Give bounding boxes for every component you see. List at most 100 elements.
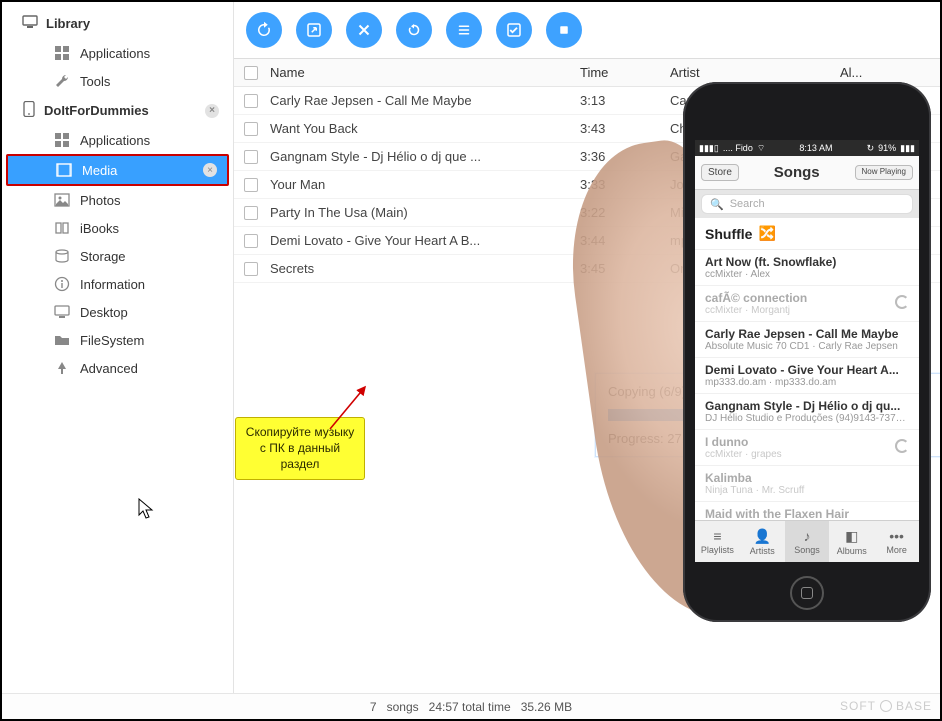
arrow-icon bbox=[330, 379, 370, 434]
column-name[interactable]: Name bbox=[270, 65, 580, 80]
export-button[interactable] bbox=[296, 12, 332, 48]
phone-tab-playlists[interactable]: ≡Playlists bbox=[695, 521, 740, 562]
select-all-checkbox[interactable] bbox=[244, 66, 258, 80]
status-size: 35.26 MB bbox=[521, 700, 572, 714]
status-unit: songs bbox=[387, 700, 419, 714]
row-checkbox[interactable] bbox=[244, 262, 258, 276]
phone-song-row[interactable]: Gangnam Style - Dj Hélio o dj qu...DJ Hé… bbox=[695, 394, 919, 430]
desktop-icon bbox=[54, 304, 70, 320]
song-subtitle: ccMixter · Alex bbox=[705, 269, 909, 280]
phone-time: 8:13 AM bbox=[799, 143, 832, 153]
close-icon[interactable]: × bbox=[203, 163, 217, 177]
tab-label: Albums bbox=[837, 546, 867, 556]
song-title: Demi Lovato - Give Your Heart A... bbox=[705, 363, 909, 377]
phone-tab-songs[interactable]: ♪Songs bbox=[785, 521, 830, 562]
sidebar-item-label: Storage bbox=[80, 249, 126, 264]
phone-song-row[interactable]: Maid with the Flaxen HairFine Music, Vol… bbox=[695, 502, 919, 520]
phone-song-list[interactable]: Shuffle 🔀 Art Now (ft. Snowflake)ccMixte… bbox=[695, 218, 919, 520]
sidebar-item-photos[interactable]: Photos bbox=[2, 186, 233, 214]
tab-label: More bbox=[886, 545, 907, 555]
row-checkbox[interactable] bbox=[244, 94, 258, 108]
sidebar-item-storage[interactable]: Storage bbox=[2, 242, 233, 270]
phone-song-row[interactable]: Carly Rae Jepsen - Call Me MaybeAbsolute… bbox=[695, 322, 919, 358]
check-button[interactable] bbox=[496, 12, 532, 48]
sidebar-item-label: Information bbox=[80, 277, 145, 292]
row-checkbox[interactable] bbox=[244, 234, 258, 248]
sidebar-item-label: Photos bbox=[80, 193, 120, 208]
shuffle-row[interactable]: Shuffle 🔀 bbox=[695, 218, 919, 250]
shuffle-label: Shuffle bbox=[705, 226, 752, 242]
home-button[interactable] bbox=[790, 576, 824, 610]
store-button[interactable]: Store bbox=[701, 164, 739, 181]
cell-name: Secrets bbox=[270, 261, 580, 276]
sidebar-item-tools[interactable]: Tools bbox=[2, 67, 233, 95]
loading-icon bbox=[895, 295, 909, 309]
sidebar-header-device[interactable]: DoItForDummies × bbox=[2, 95, 233, 126]
column-time[interactable]: Time bbox=[580, 65, 670, 80]
sidebar-item-applications[interactable]: Applications bbox=[2, 39, 233, 67]
sidebar-item-label: Advanced bbox=[80, 361, 138, 376]
applications-icon bbox=[54, 45, 70, 61]
phone-tab-more[interactable]: •••More bbox=[874, 521, 919, 562]
sidebar-item-media[interactable]: Media× bbox=[6, 154, 229, 186]
phone-tabbar: ≡Playlists👤Artists♪Songs◧Albums•••More bbox=[695, 520, 919, 562]
row-checkbox[interactable] bbox=[244, 122, 258, 136]
song-subtitle: ccMixter · grapes bbox=[705, 449, 895, 460]
sidebar-header-library[interactable]: Library bbox=[2, 8, 233, 39]
device-label: DoItForDummies bbox=[44, 103, 149, 118]
sidebar-item-information[interactable]: Information bbox=[2, 270, 233, 298]
song-subtitle: ccMixter · Morgantj bbox=[705, 305, 895, 316]
stop-button[interactable] bbox=[546, 12, 582, 48]
now-playing-button[interactable]: Now Playing bbox=[855, 165, 913, 179]
phone-song-row[interactable]: cafÃ© connectionccMixter · Morgantj bbox=[695, 286, 919, 322]
watermark-left: SOFT bbox=[840, 699, 876, 713]
filesystem-icon bbox=[54, 332, 70, 348]
phone-song-row[interactable]: Art Now (ft. Snowflake)ccMixter · Alex bbox=[695, 250, 919, 286]
information-icon bbox=[54, 276, 70, 292]
row-checkbox[interactable] bbox=[244, 178, 258, 192]
column-album[interactable]: Al... bbox=[840, 65, 930, 80]
battery-pct: 91% bbox=[878, 143, 896, 153]
song-title: Gangnam Style - Dj Hélio o dj qu... bbox=[705, 399, 909, 413]
cursor-icon bbox=[138, 498, 156, 525]
ring-icon bbox=[880, 700, 892, 712]
song-title: Carly Rae Jepsen - Call Me Maybe bbox=[705, 327, 909, 341]
row-checkbox[interactable] bbox=[244, 206, 258, 220]
phone-song-row[interactable]: I dunnoccMixter · grapes bbox=[695, 430, 919, 466]
phone-title: Songs bbox=[774, 164, 820, 181]
sidebar-item-desktop[interactable]: Desktop bbox=[2, 298, 233, 326]
phone-tab-artists[interactable]: 👤Artists bbox=[740, 521, 785, 562]
sidebar-item-filesystem[interactable]: FileSystem bbox=[2, 326, 233, 354]
sidebar-item-ibooks[interactable]: iBooks bbox=[2, 214, 233, 242]
phone-song-row[interactable]: Demi Lovato - Give Your Heart A...mp333.… bbox=[695, 358, 919, 394]
storage-icon bbox=[54, 248, 70, 264]
row-checkbox[interactable] bbox=[244, 150, 258, 164]
tab-label: Artists bbox=[750, 546, 775, 556]
options-button[interactable] bbox=[446, 12, 482, 48]
phone-song-row[interactable]: KalimbaNinja Tuna · Mr. Scruff bbox=[695, 466, 919, 502]
library-label: Library bbox=[46, 16, 90, 31]
search-icon: 🔍 bbox=[710, 198, 724, 211]
song-title: cafÃ© connection bbox=[705, 291, 895, 305]
refresh-button[interactable] bbox=[246, 12, 282, 48]
battery-icon: ▮▮▮ bbox=[900, 143, 915, 154]
song-subtitle: Absolute Music 70 CD1 · Carly Rae Jepsen bbox=[705, 341, 909, 352]
cell-name: Demi Lovato - Give Your Heart A B... bbox=[270, 233, 580, 248]
sidebar-item-label: Applications bbox=[80, 133, 150, 148]
eject-icon[interactable]: × bbox=[205, 104, 219, 118]
reload-button[interactable] bbox=[396, 12, 432, 48]
signal-icon: ▮▮▮▯ bbox=[699, 143, 719, 154]
phone-mockup: ▮▮▮▯.... Fido⌔ 8:13 AM ↻91%▮▮▮ Store Son… bbox=[598, 82, 938, 642]
orientation-icon: ↻ bbox=[867, 143, 875, 154]
column-artist[interactable]: Artist bbox=[670, 65, 840, 80]
delete-button[interactable] bbox=[346, 12, 382, 48]
phone-search-input[interactable]: 🔍 Search bbox=[701, 194, 913, 214]
sidebar-item-advanced[interactable]: Advanced bbox=[2, 354, 233, 382]
status-count: 7 bbox=[370, 700, 377, 714]
sidebar-item-applications[interactable]: Applications bbox=[2, 126, 233, 154]
phone-body: ▮▮▮▯.... Fido⌔ 8:13 AM ↻91%▮▮▮ Store Son… bbox=[683, 82, 931, 622]
song-title: Art Now (ft. Snowflake) bbox=[705, 255, 909, 269]
phone-tab-albums[interactable]: ◧Albums bbox=[829, 521, 874, 562]
watermark-right: BASE bbox=[896, 699, 932, 713]
advanced-icon bbox=[54, 360, 70, 376]
